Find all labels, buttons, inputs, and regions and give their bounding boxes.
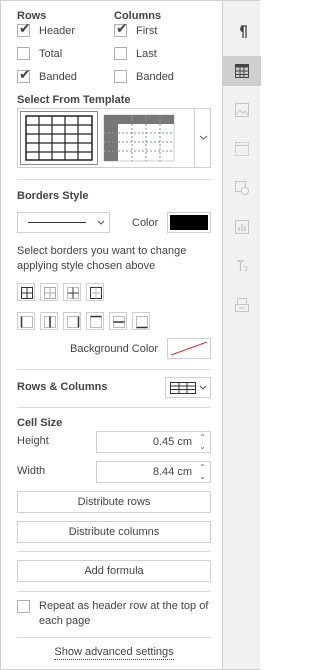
border-inner-vertical-icon[interactable]: [40, 312, 58, 330]
banded-rows-label: Banded: [39, 71, 77, 83]
right-sidebar: [222, 1, 261, 669]
divider: [17, 179, 211, 180]
text-art-settings-tab[interactable]: [223, 251, 261, 281]
check-icon: ✔: [116, 21, 128, 37]
header-row-checkbox[interactable]: ✔: [17, 21, 31, 37]
show-advanced-settings-link[interactable]: Show advanced settings: [1, 646, 227, 660]
image-settings-tab[interactable]: [223, 95, 261, 125]
background-color-label: Background Color: [70, 343, 159, 355]
header-row-label: Header: [39, 25, 76, 37]
chevron-down-icon: [199, 385, 207, 390]
border-left-icon[interactable]: [17, 312, 35, 330]
shape-icon: [235, 181, 249, 195]
cell-width-stepper[interactable]: 8.44 cm ⌃ ⌄: [96, 461, 211, 483]
total-row-label: Total: [39, 48, 63, 60]
template-option-banded[interactable]: [102, 111, 194, 165]
decrement-icon[interactable]: ⌄: [199, 473, 206, 481]
template-picker: [17, 108, 211, 168]
header-footer-icon: [235, 142, 249, 156]
border-top-icon[interactable]: [86, 312, 104, 330]
first-column-label: First: [136, 25, 158, 37]
shape-settings-tab[interactable]: [223, 173, 261, 203]
border-all-icon[interactable]: [17, 283, 35, 301]
paragraph-settings-tab[interactable]: [223, 17, 261, 47]
distribute-rows-button[interactable]: Distribute rows: [17, 491, 211, 513]
check-icon: ✔: [19, 67, 31, 83]
template-dropdown-button[interactable]: [194, 109, 211, 167]
rows-columns-menu-button[interactable]: [165, 377, 211, 398]
background-color-picker[interactable]: [167, 338, 211, 359]
repeat-header-checkbox[interactable]: [17, 600, 30, 613]
rows-columns-title: Rows & Columns: [17, 381, 108, 393]
banded-columns-label: Banded: [136, 71, 174, 83]
cell-height-stepper[interactable]: 0.45 cm ⌃ ⌄: [96, 431, 211, 453]
no-fill-icon: [170, 341, 208, 356]
divider: [17, 637, 211, 638]
divider: [17, 407, 211, 408]
decrement-icon[interactable]: ⌄: [199, 443, 206, 451]
width-label: Width: [17, 465, 46, 477]
last-column-checkbox[interactable]: [114, 47, 127, 60]
table-settings-panel: Rows ✔ Header Total ✔ Banded Columns ✔ F…: [0, 0, 261, 670]
banded-columns-checkbox[interactable]: [114, 70, 127, 83]
border-color-swatch: [170, 215, 208, 230]
border-inner-icon[interactable]: [63, 283, 81, 301]
settings-panel: Rows ✔ Header Total ✔ Banded Columns ✔ F…: [1, 1, 222, 669]
border-style-select[interactable]: [17, 212, 110, 233]
table-icon: [235, 64, 249, 78]
first-column-checkbox[interactable]: ✔: [114, 21, 128, 37]
border-right-icon[interactable]: [63, 312, 81, 330]
cell-width-value: 8.44 cm: [152, 466, 192, 478]
template-title: Select From Template: [17, 94, 131, 106]
repeat-header-label: Repeat as header row at the top of each …: [39, 600, 209, 627]
total-row-checkbox[interactable]: [17, 47, 30, 60]
show-advanced-settings-label: Show advanced settings: [54, 646, 174, 660]
chevron-down-icon: [97, 220, 105, 225]
divider: [17, 591, 211, 592]
line-style-preview: [28, 222, 86, 223]
add-formula-button[interactable]: Add formula: [17, 560, 211, 582]
border-bottom-icon[interactable]: [132, 312, 150, 330]
chart-icon: [235, 220, 249, 234]
distribute-columns-button[interactable]: Distribute columns: [17, 521, 211, 543]
chart-settings-tab[interactable]: [223, 212, 261, 242]
increment-icon[interactable]: ⌃: [199, 464, 206, 472]
border-color-picker[interactable]: [167, 212, 211, 233]
last-column-label: Last: [136, 48, 157, 60]
banded-rows-checkbox[interactable]: ✔: [17, 67, 31, 83]
plain-grid-template-icon: [25, 115, 93, 161]
height-label: Height: [17, 435, 49, 447]
borders-style-title: Borders Style: [17, 190, 89, 202]
increment-icon[interactable]: ⌃: [199, 434, 206, 442]
mail-merge-settings-tab[interactable]: [223, 290, 261, 320]
border-inner-horizontal-icon[interactable]: [109, 312, 127, 330]
paragraph-icon: [240, 25, 247, 38]
mail-merge-icon: [235, 298, 249, 312]
table-rows-columns-icon: [170, 382, 196, 394]
divider: [17, 551, 211, 552]
check-icon: ✔: [19, 21, 31, 37]
header-footer-settings-tab[interactable]: [223, 134, 261, 164]
table-settings-tab[interactable]: [223, 56, 261, 86]
text-art-icon: [237, 260, 248, 272]
color-label: Color: [132, 217, 159, 229]
template-option-plain[interactable]: [20, 111, 98, 165]
image-icon: [235, 103, 249, 117]
divider: [17, 369, 211, 370]
chevron-down-icon: [199, 135, 208, 140]
cell-size-title: Cell Size: [17, 417, 63, 429]
borders-hint: Select borders you want to change applyi…: [17, 245, 187, 272]
border-outer-icon[interactable]: [86, 283, 104, 301]
border-none-icon[interactable]: [40, 283, 58, 301]
cell-height-value: 0.45 cm: [152, 436, 192, 448]
banded-template-icon: [103, 114, 175, 162]
